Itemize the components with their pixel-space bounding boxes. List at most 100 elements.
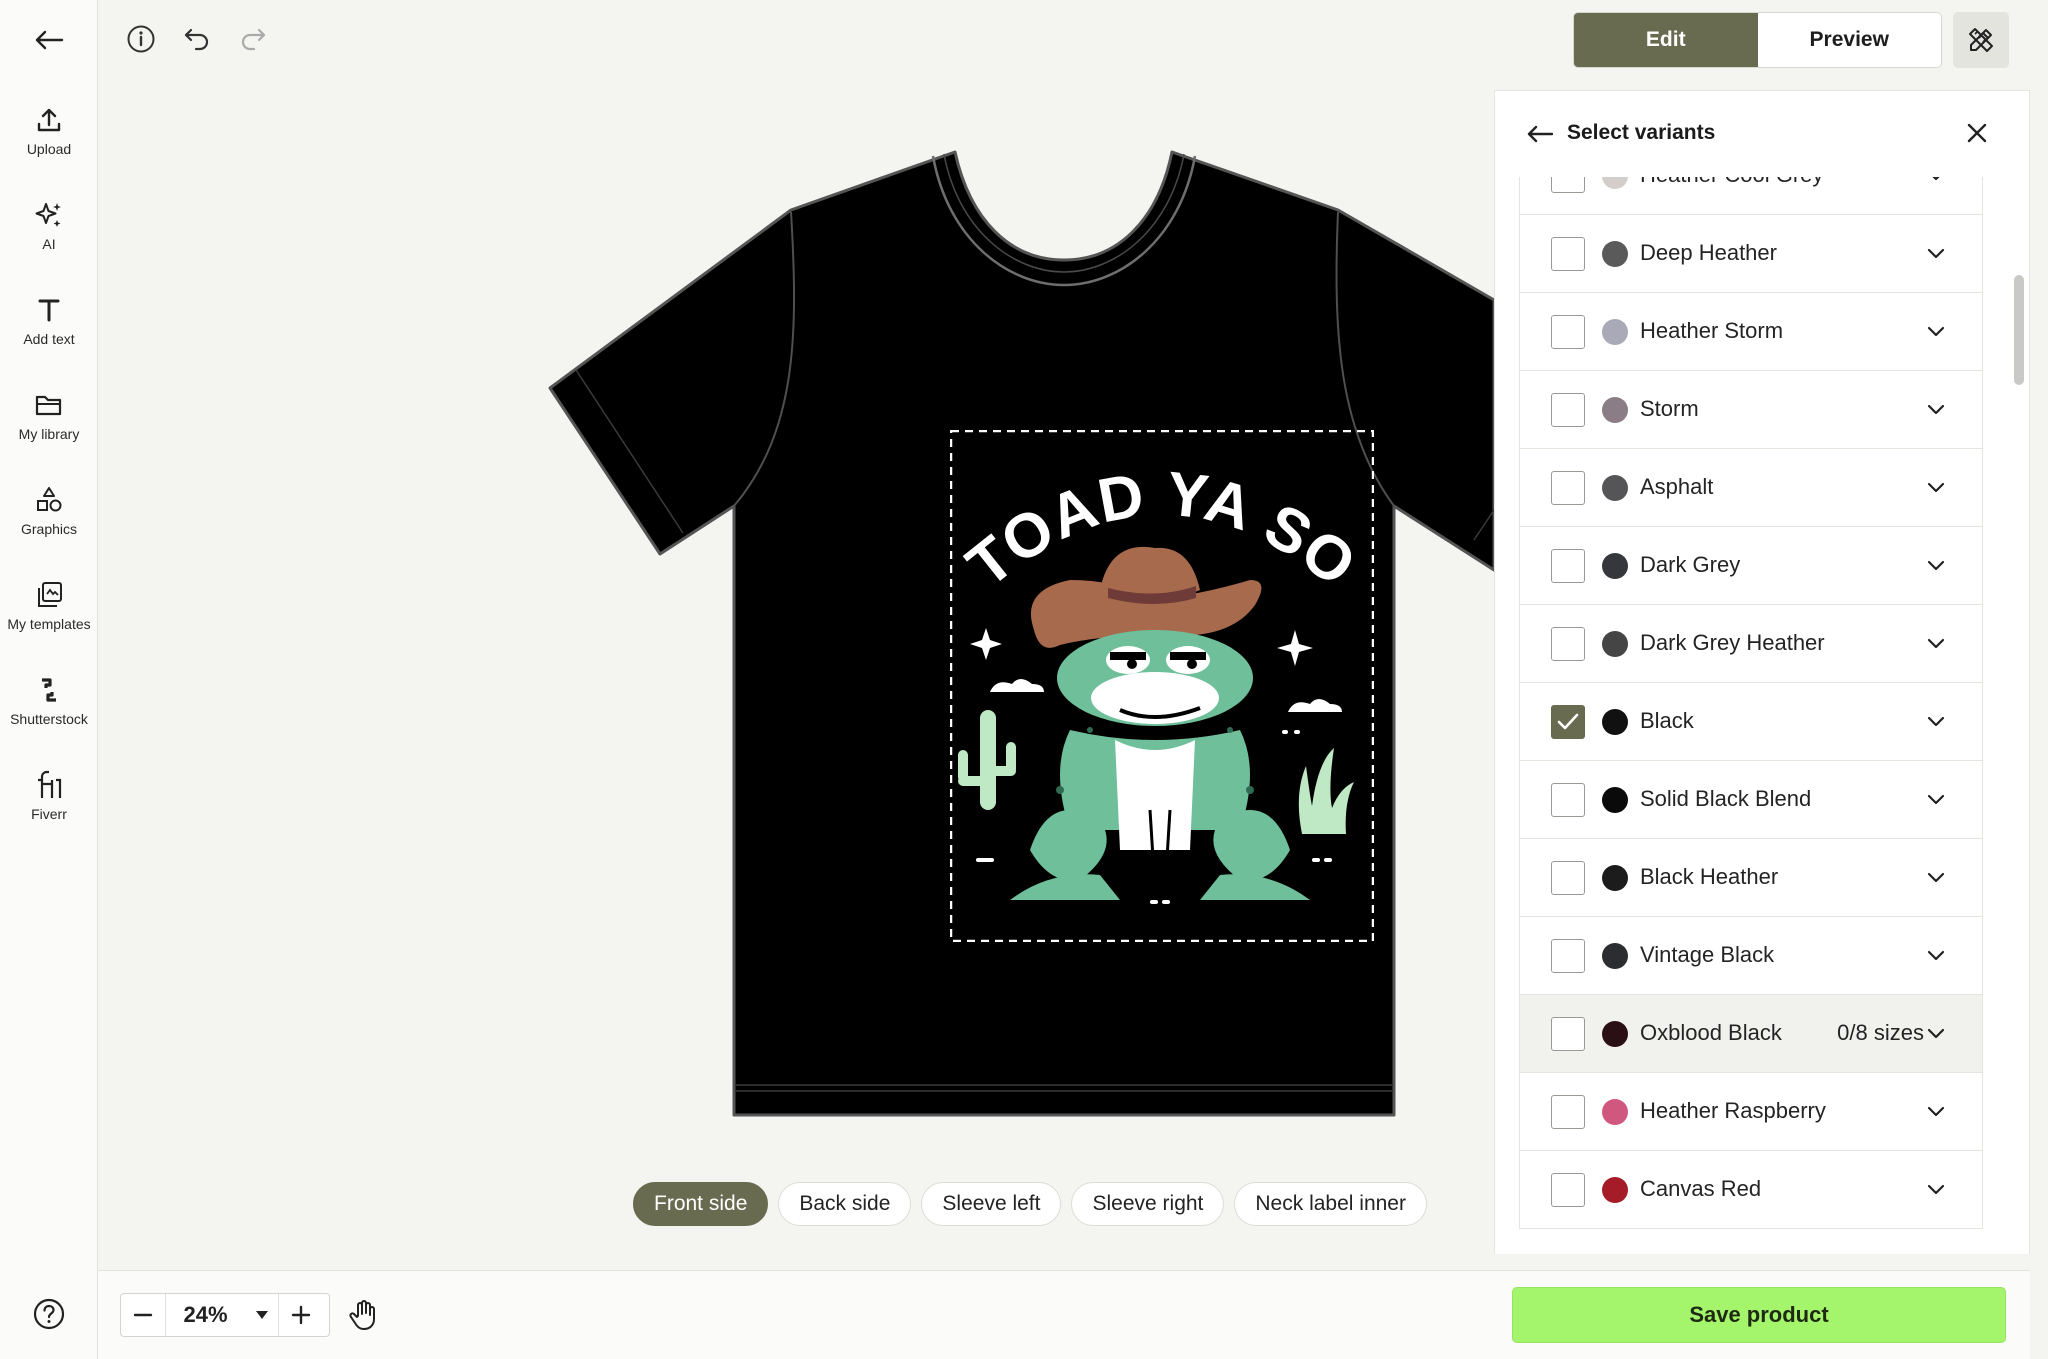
history-toolbar <box>122 20 272 58</box>
color-swatch <box>1602 943 1628 969</box>
expand-variant-button[interactable] <box>1926 557 1946 575</box>
tool-fiverr[interactable]: Fiverr <box>0 755 98 835</box>
expand-variant-button[interactable] <box>1926 869 1946 887</box>
side-tab[interactable]: Front side <box>633 1182 769 1226</box>
zoom-in-button[interactable] <box>279 1294 323 1336</box>
design-tools-toggle[interactable] <box>1953 12 2009 68</box>
variant-checkbox[interactable] <box>1551 1173 1585 1207</box>
variant-name: Solid Black Blend <box>1640 786 1812 811</box>
variant-checkbox[interactable] <box>1551 1017 1585 1051</box>
variant-checkbox[interactable] <box>1551 549 1585 583</box>
color-swatch <box>1602 1099 1628 1125</box>
chevron-down-icon <box>1927 482 1945 493</box>
variant-checkbox[interactable] <box>1551 393 1585 427</box>
expand-variant-button[interactable] <box>1926 713 1946 731</box>
variant-list-scrollbar[interactable] <box>2014 275 2024 385</box>
variant-checkbox[interactable] <box>1551 1095 1585 1129</box>
text-icon <box>36 293 62 327</box>
tool-label: Add text <box>23 331 75 347</box>
variant-checkbox[interactable] <box>1551 177 1585 193</box>
panel-close-button[interactable] <box>1961 117 1993 149</box>
color-swatch <box>1602 177 1628 189</box>
zoom-out-button[interactable] <box>121 1294 165 1336</box>
plus-icon <box>291 1305 311 1325</box>
tool-graphics[interactable]: Graphics <box>0 470 98 550</box>
variant-row[interactable]: Black <box>1519 683 1983 761</box>
variant-name: Heather Cool Grey <box>1640 177 1823 188</box>
variant-name: Black Heather <box>1640 864 1779 889</box>
variant-row[interactable]: Storm <box>1519 371 1983 449</box>
expand-variant-button[interactable] <box>1926 245 1946 263</box>
side-tab[interactable]: Back side <box>778 1182 912 1226</box>
tool-my-templates[interactable]: My templates <box>0 565 98 645</box>
variant-checkbox[interactable] <box>1551 237 1585 271</box>
chevron-down-icon <box>1927 638 1945 649</box>
zoom-level[interactable]: 24% <box>165 1294 245 1336</box>
side-tab[interactable]: Sleeve right <box>1071 1182 1225 1226</box>
expand-variant-button[interactable] <box>1926 1025 1946 1043</box>
save-product-button[interactable]: Save product <box>1512 1287 2006 1343</box>
variant-row[interactable]: Oxblood Black 0/8 sizes <box>1519 995 1983 1073</box>
expand-variant-button[interactable] <box>1926 479 1946 497</box>
undo-button[interactable] <box>178 20 216 58</box>
redo-button[interactable] <box>234 20 272 58</box>
variant-row[interactable]: Heather Cool Grey <box>1519 177 1983 215</box>
variant-list[interactable]: Heather Cool Grey Deep Heather Heather Sto… <box>1519 177 1983 1254</box>
chevron-down-icon <box>1927 716 1945 727</box>
tool-my-library[interactable]: My library <box>0 375 98 455</box>
pan-tool-button[interactable] <box>344 1295 384 1335</box>
variant-checkbox[interactable] <box>1551 471 1585 505</box>
side-tab[interactable]: Neck label inner <box>1234 1182 1427 1226</box>
side-tab[interactable]: Sleeve left <box>921 1182 1062 1226</box>
expand-variant-button[interactable] <box>1926 401 1946 419</box>
tool-label: Shutterstock <box>10 711 88 727</box>
color-swatch <box>1602 709 1628 735</box>
variant-name: Storm <box>1640 396 1699 421</box>
variant-row[interactable]: Heather Raspberry <box>1519 1073 1983 1151</box>
variant-checkbox[interactable] <box>1551 939 1585 973</box>
variant-row[interactable]: Heather Storm <box>1519 293 1983 371</box>
edit-mode-button[interactable]: Edit <box>1574 13 1758 67</box>
variant-checkbox[interactable] <box>1551 627 1585 661</box>
preview-mode-button[interactable]: Preview <box>1758 13 1942 67</box>
expand-variant-button[interactable] <box>1926 947 1946 965</box>
bottom-bar: 24% Save product <box>98 1270 2030 1359</box>
variant-checkbox[interactable] <box>1551 705 1585 739</box>
back-button[interactable] <box>28 24 70 56</box>
variant-row[interactable]: Asphalt <box>1519 449 1983 527</box>
tool-shutterstock[interactable]: Shutterstock <box>0 660 98 740</box>
variant-row[interactable]: Canvas Red <box>1519 1151 1983 1229</box>
chevron-down-icon <box>1927 248 1945 259</box>
variant-name: Deep Heather <box>1640 240 1777 265</box>
expand-variant-button[interactable] <box>1926 791 1946 809</box>
expand-variant-button[interactable] <box>1926 177 1946 185</box>
info-button[interactable] <box>122 20 160 58</box>
variant-row[interactable]: Vintage Black <box>1519 917 1983 995</box>
caret-down-icon <box>255 1311 268 1319</box>
tool-ai[interactable]: AI <box>0 185 98 265</box>
variant-checkbox[interactable] <box>1551 861 1585 895</box>
variant-row[interactable]: Dark Grey <box>1519 527 1983 605</box>
expand-variant-button[interactable] <box>1926 635 1946 653</box>
expand-variant-button[interactable] <box>1926 323 1946 341</box>
color-swatch <box>1602 475 1628 501</box>
design-artwork[interactable]: TOAD YA SO <box>949 429 1375 943</box>
expand-variant-button[interactable] <box>1926 1181 1946 1199</box>
variant-row[interactable]: Black Heather <box>1519 839 1983 917</box>
grass-graphic <box>1298 748 1354 834</box>
panel-back-button[interactable] <box>1525 119 1555 149</box>
expand-variant-button[interactable] <box>1926 1103 1946 1121</box>
variant-checkbox[interactable] <box>1551 315 1585 349</box>
variant-row[interactable]: Solid Black Blend <box>1519 761 1983 839</box>
zoom-dropdown[interactable] <box>245 1294 279 1336</box>
color-swatch <box>1602 397 1628 423</box>
help-button[interactable] <box>32 1297 66 1331</box>
variant-checkbox[interactable] <box>1551 783 1585 817</box>
variant-row[interactable]: Deep Heather <box>1519 215 1983 293</box>
tool-label: My templates <box>7 616 91 632</box>
variant-row[interactable]: Dark Grey Heather <box>1519 605 1983 683</box>
tool-upload[interactable]: Upload <box>0 90 98 170</box>
design-canvas[interactable]: TOAD YA SO <box>98 70 1494 1270</box>
variant-name: Vintage Black <box>1640 942 1775 967</box>
tool-add-text[interactable]: Add text <box>0 280 98 360</box>
